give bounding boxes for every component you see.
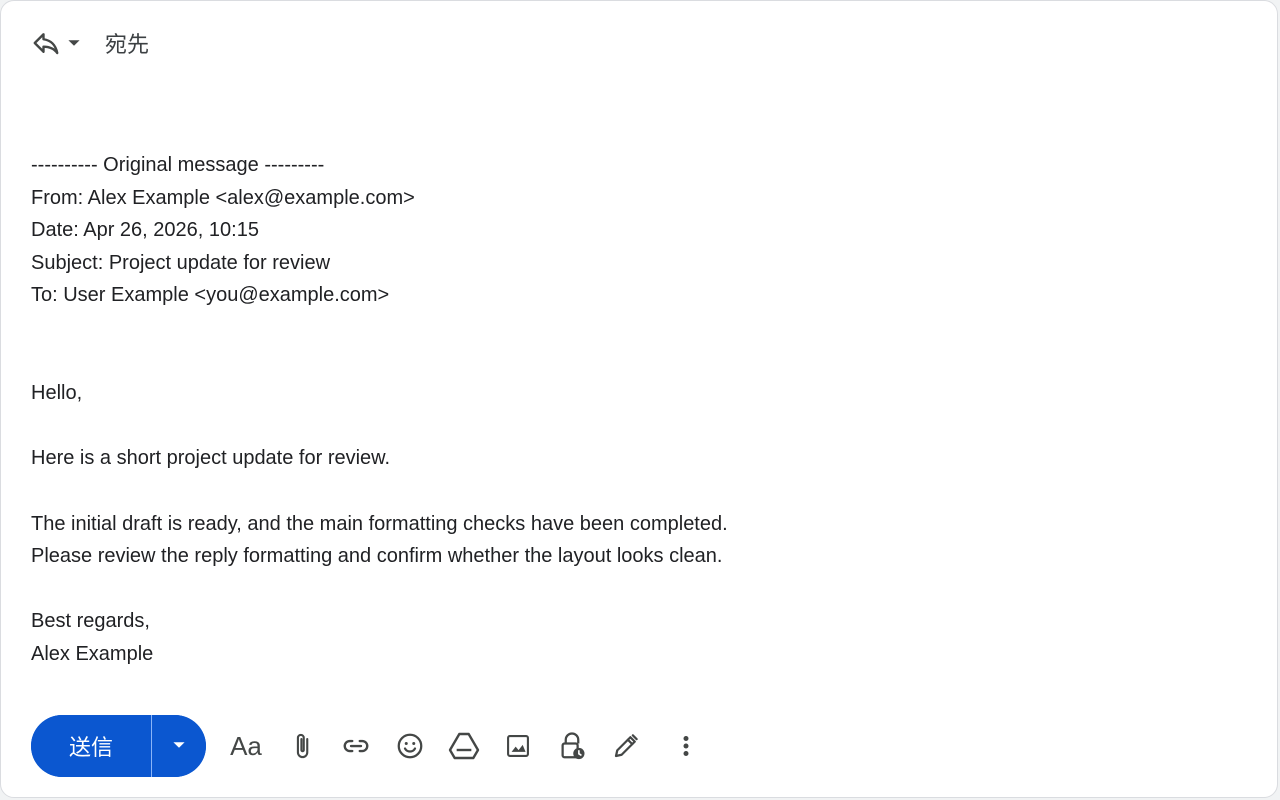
send-options-button[interactable] [152,715,206,777]
message-line: Please review the reply formatting and c… [31,545,723,568]
insert-drive-file-button[interactable] [446,726,482,766]
confidential-lock-icon [557,731,587,761]
reply-icon [31,28,61,58]
insert-link-button[interactable] [338,726,374,766]
send-button-group: 送信 [31,715,206,777]
insert-emoji-button[interactable] [392,726,428,766]
compose-window: 宛先 ---------- Original message ---------… [0,0,1278,798]
quoted-date: Date: Apr 26, 2026, 10:15 [31,219,259,242]
quoted-separator: ---------- Original message --------- [31,154,325,176]
compose-toolbar: 送信 Aa [31,715,704,777]
insert-signature-button[interactable] [608,726,644,766]
message-body[interactable]: ---------- Original message --------- Fr… [31,149,1231,671]
send-button[interactable]: 送信 [31,715,151,777]
more-options-button[interactable] [668,726,704,766]
message-greeting: Hello, [31,382,83,405]
confidential-mode-button[interactable] [554,726,590,766]
link-icon [341,731,371,761]
quoted-from: From: Alex Example <alex@example.com> [31,186,415,209]
message-line: Here is a short project update for revie… [31,447,391,470]
drive-icon [448,731,480,761]
formatting-options-button[interactable]: Aa [226,726,266,766]
more-vert-icon [676,731,696,761]
emoji-icon [395,731,425,761]
dropdown-arrow-icon [172,738,186,755]
message-line: The initial draft is ready, and the main… [31,512,728,535]
attach-icon [288,732,316,760]
message-closing: Best regards, [31,610,150,633]
dropdown-arrow-icon [67,36,81,50]
recipients-row: 宛先 [31,23,149,63]
signature-pen-icon [611,731,641,761]
message-signature: Alex Example [31,642,154,665]
quoted-to: To: User Example <you@example.com> [31,284,390,307]
attach-files-button[interactable] [284,726,320,766]
reply-type-menu-button[interactable] [31,23,85,63]
photo-icon [504,732,532,760]
quoted-subject: Subject: Project update for review [31,251,331,274]
to-label[interactable]: 宛先 [105,27,149,59]
insert-photo-button[interactable] [500,726,536,766]
